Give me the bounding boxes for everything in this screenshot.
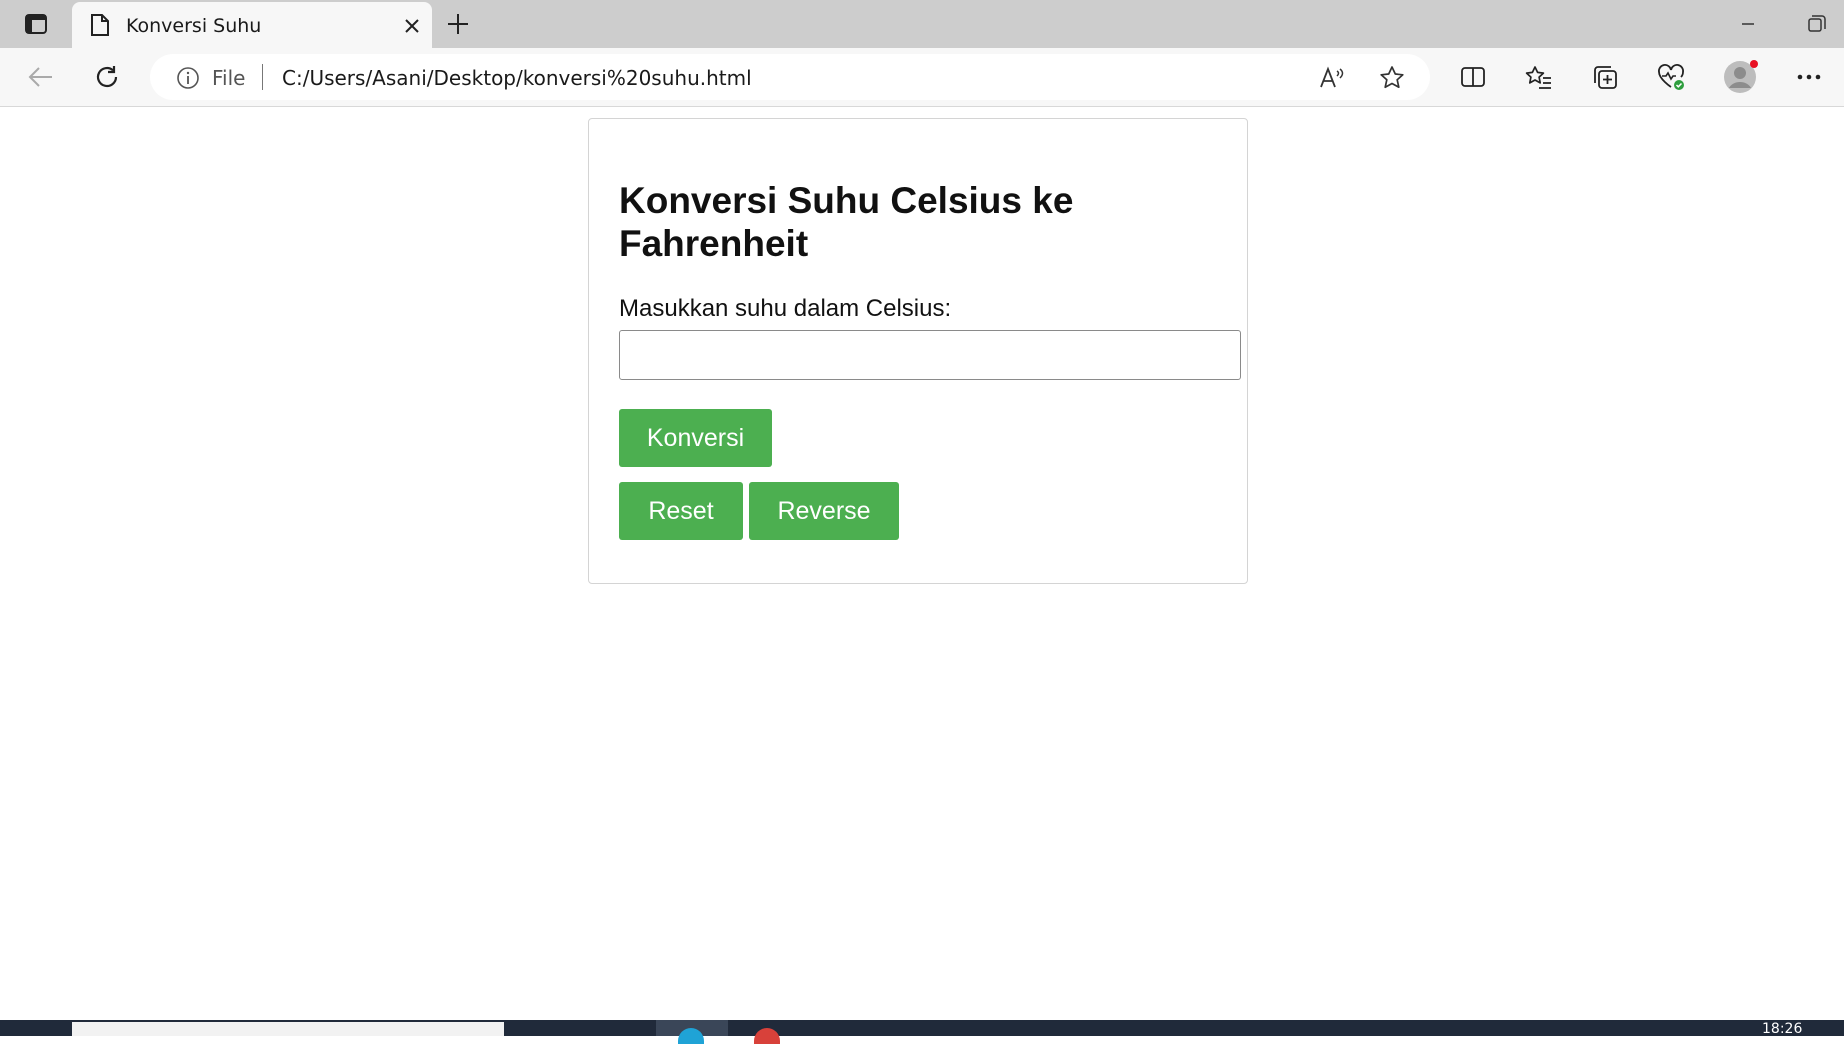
browser-toolbar: File C:/Users/Asani/Desktop/konversi%20s… [0, 48, 1844, 107]
reset-button[interactable]: Reset [619, 482, 743, 540]
address-separator [262, 64, 263, 90]
more-menu-icon[interactable] [1792, 60, 1826, 94]
taskbar: 18:26 [0, 1020, 1844, 1044]
address-bar[interactable]: File C:/Users/Asani/Desktop/konversi%20s… [150, 54, 1430, 100]
address-url[interactable]: C:/Users/Asani/Desktop/konversi%20suhu.h… [282, 66, 752, 90]
favorite-star-icon[interactable] [1378, 64, 1406, 92]
favorites-icon[interactable] [1522, 60, 1556, 94]
split-screen-icon[interactable] [1456, 60, 1490, 94]
collections-icon[interactable] [1588, 60, 1622, 94]
address-scheme: File [212, 66, 246, 90]
sidebar-toggle-icon[interactable] [18, 10, 54, 38]
restore-icon[interactable] [1802, 12, 1830, 36]
back-arrow-icon[interactable] [24, 60, 58, 94]
taskbar-app-icon[interactable] [754, 1028, 780, 1044]
plus-icon[interactable] [444, 10, 472, 38]
document-icon [90, 13, 112, 37]
taskbar-search-box[interactable] [72, 1022, 504, 1036]
read-aloud-icon[interactable] [1318, 64, 1346, 92]
tab-active[interactable]: Konversi Suhu [72, 2, 432, 48]
profile-avatar-icon[interactable] [1722, 60, 1760, 94]
celsius-input-label: Masukkan suhu dalam Celsius: [619, 295, 952, 322]
celsius-input[interactable] [619, 330, 1241, 380]
page-title: Konversi Suhu Celsius ke Fahrenheit [619, 180, 1074, 264]
reverse-button[interactable]: Reverse [749, 482, 899, 540]
tab-title: Konversi Suhu [126, 15, 262, 37]
taskbar-clock: 18:26 [1762, 1021, 1803, 1037]
tab-strip: Konversi Suhu [0, 0, 1844, 48]
refresh-icon[interactable] [90, 60, 124, 94]
browser-essentials-icon[interactable] [1654, 60, 1688, 94]
close-icon[interactable] [400, 14, 424, 38]
converter-card: Konversi Suhu Celsius ke Fahrenheit Masu… [588, 118, 1248, 584]
info-icon[interactable] [176, 66, 200, 90]
konversi-button[interactable]: Konversi [619, 409, 772, 467]
minimize-icon[interactable] [1734, 14, 1762, 34]
